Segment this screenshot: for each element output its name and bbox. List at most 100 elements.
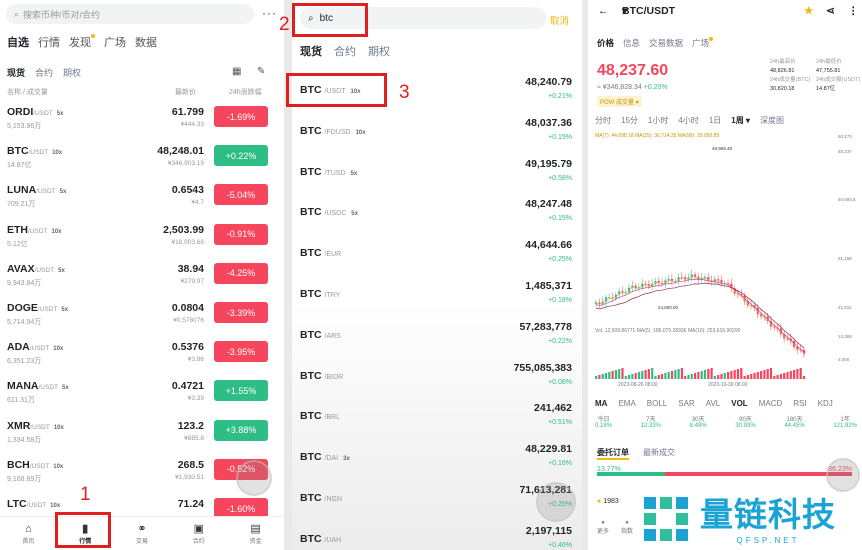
- subtab-futures[interactable]: 合约: [35, 66, 53, 79]
- pow-badge[interactable]: POW 成交量 ▾: [597, 96, 642, 107]
- tf-4h[interactable]: 4小时: [678, 115, 698, 126]
- ma-line: MA(7): 44,098.18 MA(25): 36,714.35 MA(99…: [595, 133, 719, 139]
- row-price: 0.4721: [171, 380, 204, 393]
- change-badge[interactable]: -0.91%: [214, 223, 268, 245]
- subtab-options[interactable]: 期权: [63, 66, 81, 79]
- watchlist-row[interactable]: BCH/USDT 10x 9,168.89万 268.5 ¥1,930.51 -0…: [7, 458, 273, 495]
- ma-curve: [595, 278, 805, 353]
- tab-info[interactable]: 信息: [623, 37, 640, 49]
- nav-futures[interactable]: ▣ 合约: [170, 517, 227, 550]
- tf-15m[interactable]: 15分: [621, 115, 638, 126]
- change-badge[interactable]: +0.22%: [214, 145, 268, 167]
- ind-sar[interactable]: SAR: [678, 399, 694, 408]
- nav-assets[interactable]: ▤ 资金: [227, 517, 284, 550]
- tf-1w[interactable]: 1周 ▾: [731, 115, 750, 126]
- volume-bar: [687, 375, 690, 379]
- nav-trade[interactable]: ⚭ 交易: [114, 517, 171, 550]
- change-badge[interactable]: -5.04%: [214, 184, 268, 206]
- change-badge[interactable]: -4.25%: [214, 262, 268, 284]
- row-volume: 9,168.89万: [7, 475, 42, 483]
- row-cny: ¥1,930.51: [175, 473, 204, 481]
- watchlist-row[interactable]: XMR/USDT 10x 1,334.58万 123.2 ¥885.8 +3.88…: [7, 419, 273, 456]
- change-badge[interactable]: -3.39%: [214, 302, 268, 323]
- search-result-row[interactable]: BTC /USDC 5x 48,247.48 +0.15%: [300, 198, 572, 232]
- search-result-row[interactable]: BTC /ARS 57,283,778 +0.22%: [300, 321, 572, 355]
- ind-rsi[interactable]: RSI: [793, 399, 806, 408]
- search-input[interactable]: ⌕ 搜索币种/币对/合约: [6, 4, 254, 24]
- change-badge[interactable]: +3.88%: [214, 419, 268, 441]
- candlestick-chart[interactable]: MA(7): 44,098.18 MA(25): 36,714.35 MA(99…: [588, 129, 862, 391]
- tf-line[interactable]: 分时: [595, 115, 611, 126]
- index-button[interactable]: ● 指数: [621, 520, 633, 535]
- watchlist-row[interactable]: ETH/USDT 10x 5.12亿 2,503.99 ¥18,003.68 -0…: [7, 223, 273, 260]
- back-icon[interactable]: ←: [598, 5, 609, 17]
- change-badge[interactable]: +1.55%: [214, 380, 268, 402]
- tab-trading-data[interactable]: 交易数据: [649, 37, 683, 49]
- col-name[interactable]: 名称 / 成交量: [7, 87, 48, 97]
- annotation-label-2: 2: [279, 14, 290, 35]
- star-icon[interactable]: ★: [804, 5, 813, 17]
- tab-square[interactable]: 广场: [692, 37, 714, 49]
- tab-data[interactable]: 数据: [135, 34, 157, 50]
- ind-kdj[interactable]: KDJ: [818, 399, 833, 408]
- watchlist-row[interactable]: AVAX/USDT 5x 9,943.84万 38.94 ¥279.97 -4.2…: [7, 262, 273, 299]
- tab-square[interactable]: 广场: [104, 34, 126, 50]
- search-result-row[interactable]: BTC /TUSD 5x 49,195.79 +0.58%: [300, 158, 572, 192]
- ind-vol[interactable]: VOL: [731, 399, 747, 408]
- more-icon[interactable]: ···: [262, 6, 277, 20]
- bid-ask-ratio-bar: [597, 472, 852, 476]
- tab-price[interactable]: 价格: [597, 37, 614, 49]
- edit-icon[interactable]: ✎: [257, 66, 265, 77]
- watchlist-row[interactable]: BTC/USDT 10x 14.87亿 48,248.01 ¥346,903.19…: [7, 145, 273, 181]
- search-result-row[interactable]: BTC /NGN 71,613,281 +0.25%: [300, 484, 572, 518]
- search-result-row[interactable]: BTC /BIDR 755,085,383 +0.08%: [300, 362, 572, 396]
- watchlist-row[interactable]: ADA/USDT 10x 6,351.23万 0.5376 ¥3.86 -3.95…: [7, 341, 273, 377]
- col-price[interactable]: 最新价: [175, 87, 196, 97]
- perf-item: 1年 121.92%: [833, 417, 857, 429]
- floating-assistive-button[interactable]: [536, 482, 576, 522]
- tab-spot[interactable]: 现货: [300, 43, 322, 59]
- grid-icon[interactable]: ▦: [232, 66, 241, 77]
- watchlist-row[interactable]: LUNA/USDT 5x 709.21万 0.6543 ¥4.7 -5.04%: [7, 184, 273, 220]
- search-result-row[interactable]: BTC /EUR 44,644.66 +0.25%: [300, 239, 572, 273]
- watchlist-row[interactable]: DOGE/USDT 5x 5,714.94万 0.0804 ¥0.578076 -…: [7, 302, 273, 338]
- col-change[interactable]: 24h涨跌幅: [229, 87, 262, 97]
- tf-depth[interactable]: 深度图: [760, 115, 784, 126]
- tab-options[interactable]: 期权: [368, 43, 390, 59]
- nav-home[interactable]: ⌂ 首页: [0, 517, 57, 550]
- more-button[interactable]: ● 更多: [597, 520, 609, 535]
- tab-latest-trades[interactable]: 最新成交: [643, 447, 675, 460]
- cancel-button[interactable]: 取消: [550, 13, 569, 27]
- tab-favorites[interactable]: 自选: [7, 34, 29, 50]
- tab-futures[interactable]: 合约: [334, 43, 356, 59]
- tab-discover[interactable]: 发现: [69, 34, 95, 50]
- floating-assistive-button[interactable]: [826, 458, 860, 492]
- share-icon[interactable]: ⋖: [826, 5, 835, 17]
- floating-assistive-button[interactable]: [236, 460, 272, 496]
- volume-bar: [713, 376, 716, 379]
- ind-ema[interactable]: EMA: [618, 399, 635, 408]
- search-result-row[interactable]: BTC /FDUSD 10x 48,037.36 +0.15%: [300, 117, 572, 151]
- ind-boll[interactable]: BOLL: [647, 399, 667, 408]
- tab-order-book[interactable]: 委托订单: [597, 447, 629, 460]
- tab-market[interactable]: 行情: [38, 34, 60, 50]
- ind-macd[interactable]: MACD: [759, 399, 783, 408]
- row-symbol: MANA/USDT 5x: [7, 380, 69, 393]
- search-result-row[interactable]: BTC /DAI 3x 48,229.81 +0.16%: [300, 443, 572, 477]
- row-symbol: BTC /USDC 5x: [300, 206, 358, 219]
- search-result-row[interactable]: BTC /BRL 241,462 +0.51%: [300, 402, 572, 436]
- change-badge[interactable]: -3.95%: [214, 341, 268, 363]
- search-result-row[interactable]: BTC /UAH 2,197,115 +0.46%: [300, 525, 572, 550]
- search-result-row[interactable]: BTC /TRY 1,485,371 +0.18%: [300, 280, 572, 314]
- tf-1d[interactable]: 1日: [709, 115, 721, 126]
- watchlist-row[interactable]: MANA/USDT 5x 611.31万 0.4721 ¥3.39 +1.55%: [7, 380, 273, 416]
- change-badge[interactable]: -1.69%: [214, 106, 268, 127]
- watchlist-row[interactable]: ORDI/USDT 5x 5,153.96万 61.799 ¥444.33 -1.…: [7, 106, 273, 142]
- tf-1h[interactable]: 1小时: [648, 115, 668, 126]
- row-price: 48,248.01: [157, 145, 204, 158]
- subtab-spot[interactable]: 现货: [7, 66, 25, 79]
- ind-ma[interactable]: MA: [595, 399, 607, 408]
- volume-bar: [631, 374, 634, 379]
- ind-avl[interactable]: AVL: [706, 399, 721, 408]
- more-icon[interactable]: ⋮: [848, 5, 859, 17]
